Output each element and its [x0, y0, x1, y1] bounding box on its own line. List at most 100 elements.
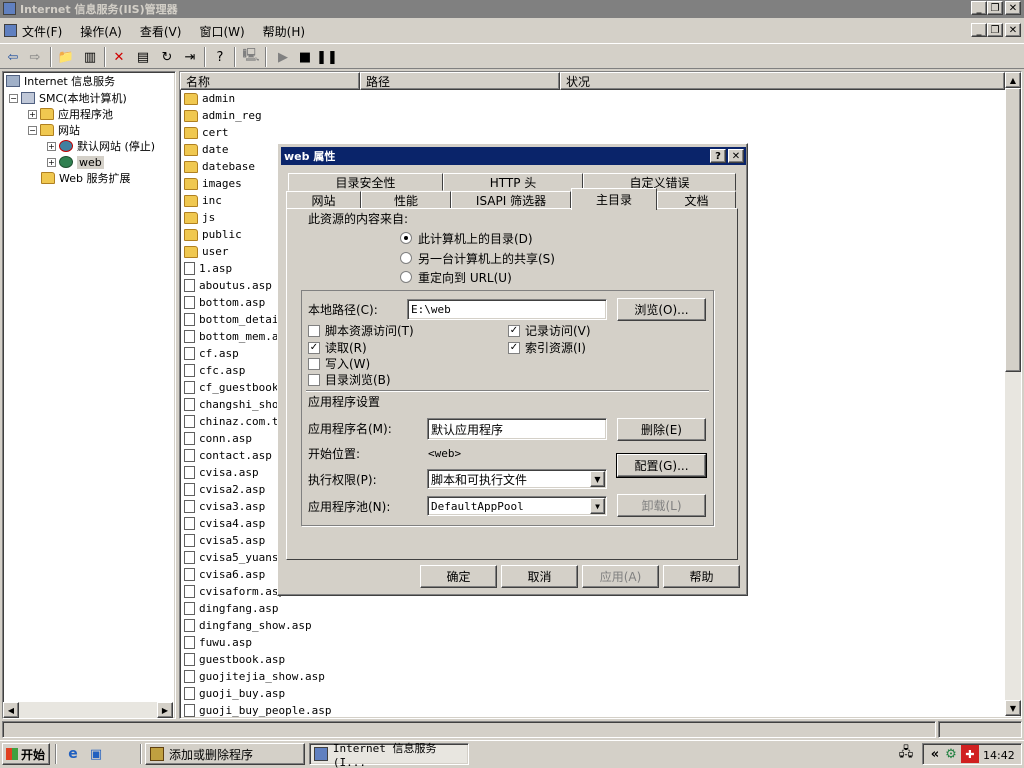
- child-restore-button[interactable]: ❐: [987, 23, 1003, 37]
- delete-icon[interactable]: ✕: [110, 48, 128, 66]
- scroll-right-icon[interactable]: ▶: [157, 702, 173, 718]
- tab-documents[interactable]: 文档: [657, 191, 736, 209]
- unload-button[interactable]: 卸载(L): [617, 494, 706, 517]
- radio-local-dir[interactable]: 此计算机上的目录(D): [400, 230, 533, 246]
- check-index[interactable]: ✓ 索引资源(I): [508, 340, 586, 355]
- list-item-folder[interactable]: js: [184, 209, 215, 226]
- back-icon[interactable]: ⇦: [4, 48, 22, 66]
- list-item-file[interactable]: bottom_detail: [184, 311, 285, 328]
- app-pool-select[interactable]: DefaultAppPool ▼: [427, 496, 607, 516]
- list-item-folder[interactable]: datebase: [184, 158, 255, 175]
- scroll-thumb[interactable]: [1005, 88, 1021, 372]
- pause-icon[interactable]: ❚❚: [316, 48, 338, 66]
- check-read[interactable]: ✓ 读取(R): [308, 340, 367, 355]
- list-item-file[interactable]: chinaz.com.tx: [184, 413, 285, 430]
- list-item-file[interactable]: dingfang.asp: [184, 600, 278, 617]
- list-item-file[interactable]: dingfang_show.asp: [184, 617, 312, 634]
- tree-hscrollbar[interactable]: ◀ ▶: [3, 702, 173, 718]
- menu-view[interactable]: 查看(V): [140, 23, 182, 40]
- checkbox-icon[interactable]: [308, 373, 320, 386]
- list-item-file[interactable]: guestbook.asp: [184, 651, 285, 668]
- task-iis-manager[interactable]: Internet 信息服务(I...: [309, 742, 469, 768]
- checkbox-checked-icon[interactable]: ✓: [508, 341, 520, 354]
- apply-button[interactable]: 应用(A): [582, 565, 659, 588]
- list-item-file[interactable]: cfc.asp: [184, 362, 245, 379]
- list-item-file[interactable]: aboutus.asp: [184, 277, 272, 294]
- tray-security-icon[interactable]: ✚: [961, 745, 979, 763]
- restore-button[interactable]: ❐: [987, 1, 1003, 15]
- local-path-input[interactable]: E:\web: [407, 299, 607, 320]
- list-item-file[interactable]: changshi_show: [184, 396, 285, 413]
- list-item-folder[interactable]: date: [184, 141, 229, 158]
- list-item-folder[interactable]: admin: [184, 90, 235, 107]
- tab-isapi-filters[interactable]: ISAPI 筛选器: [451, 191, 571, 209]
- list-item-file[interactable]: cvisa5.asp: [184, 532, 265, 549]
- tab-performance[interactable]: 性能: [361, 191, 451, 209]
- list-item-folder[interactable]: images: [184, 175, 242, 192]
- list-item-file[interactable]: bottom_mem.as: [184, 328, 285, 345]
- expand-icon[interactable]: +: [28, 109, 37, 119]
- dialog-help-button[interactable]: ?: [710, 149, 726, 163]
- expand-icon[interactable]: +: [47, 157, 56, 167]
- exec-permissions-select[interactable]: 脚本和可执行文件 ▼: [427, 469, 607, 489]
- check-dir-browse[interactable]: 目录浏览(B): [308, 372, 391, 387]
- list-item-file[interactable]: contact.asp: [184, 447, 272, 464]
- list-item-file[interactable]: cvisa4.asp: [184, 515, 265, 532]
- radio-redirect[interactable]: 重定向到 URL(U): [400, 269, 512, 285]
- radio-share[interactable]: 另一台计算机上的共享(S): [400, 250, 555, 266]
- list-item-file[interactable]: conn.asp: [184, 430, 252, 447]
- list-item-file[interactable]: guoji_buy_people.asp: [184, 702, 331, 719]
- help-button[interactable]: 帮助: [663, 565, 740, 588]
- forward-icon[interactable]: ⇨: [26, 48, 44, 66]
- network-tray-icon[interactable]: 🖧: [897, 745, 915, 763]
- check-log-visits[interactable]: ✓ 记录访问(V): [508, 323, 591, 338]
- list-item-file[interactable]: cvisa2.asp: [184, 481, 265, 498]
- check-script-access[interactable]: 脚本资源访问(T): [308, 323, 414, 338]
- column-status[interactable]: 状况: [560, 72, 1005, 90]
- list-item-file[interactable]: cvisa6.asp: [184, 566, 265, 583]
- child-close-button[interactable]: ✕: [1005, 23, 1021, 37]
- tree-server[interactable]: − SMC(本地计算机): [9, 90, 127, 106]
- ok-button[interactable]: 确定: [420, 565, 497, 588]
- column-path[interactable]: 路径: [360, 72, 560, 90]
- show-desktop-icon[interactable]: ▣: [87, 745, 105, 763]
- tree-websites[interactable]: − 网站: [28, 122, 80, 138]
- properties-icon[interactable]: ▤: [134, 48, 152, 66]
- list-item-folder[interactable]: inc: [184, 192, 222, 209]
- remove-button[interactable]: 删除(E): [617, 418, 706, 441]
- start-icon[interactable]: ▶: [274, 48, 292, 66]
- refresh-icon[interactable]: ↻: [158, 48, 176, 66]
- tab-http-headers[interactable]: HTTP 头: [443, 173, 583, 191]
- computer-icon[interactable]: 🖳: [242, 48, 260, 66]
- list-item-file[interactable]: cvisa.asp: [184, 464, 259, 481]
- tree-extensions[interactable]: Web 服务扩展: [41, 170, 130, 186]
- close-button[interactable]: ✕: [1005, 1, 1021, 15]
- app-name-input[interactable]: 默认应用程序: [427, 418, 607, 440]
- tree-app-pools[interactable]: + 应用程序池: [28, 106, 113, 122]
- export-icon[interactable]: ⇥: [181, 48, 199, 66]
- menu-action[interactable]: 操作(A): [80, 23, 122, 40]
- radio-icon[interactable]: [400, 271, 412, 283]
- list-item-file[interactable]: guoji_buy.asp: [184, 685, 285, 702]
- list-item-file[interactable]: fuwu.asp: [184, 634, 252, 651]
- cancel-button[interactable]: 取消: [501, 565, 578, 588]
- list-item-folder[interactable]: public: [184, 226, 242, 243]
- tab-website[interactable]: 网站: [286, 191, 361, 209]
- expand-icon[interactable]: +: [47, 141, 56, 151]
- dialog-close-button[interactable]: ✕: [728, 149, 744, 163]
- tree-root[interactable]: Internet 信息服务: [6, 73, 115, 89]
- start-button[interactable]: 开始: [2, 743, 50, 765]
- menu-file[interactable]: 文件(F): [22, 23, 62, 40]
- scroll-up-icon[interactable]: ▲: [1005, 72, 1021, 88]
- list-item-file[interactable]: guojitejia_show.asp: [184, 668, 325, 685]
- scroll-left-icon[interactable]: ◀: [3, 702, 19, 718]
- tab-home-directory[interactable]: 主目录: [571, 188, 657, 210]
- radio-icon[interactable]: [400, 252, 412, 264]
- task-add-remove-programs[interactable]: 添加或删除程序: [145, 743, 305, 765]
- list-item-file[interactable]: cvisa3.asp: [184, 498, 265, 515]
- list-item-file[interactable]: cf.asp: [184, 345, 239, 362]
- column-name[interactable]: 名称: [180, 72, 360, 90]
- dropdown-arrow-icon[interactable]: ▼: [590, 471, 605, 487]
- ie-icon[interactable]: e: [64, 745, 82, 763]
- list-item-folder[interactable]: user: [184, 243, 229, 260]
